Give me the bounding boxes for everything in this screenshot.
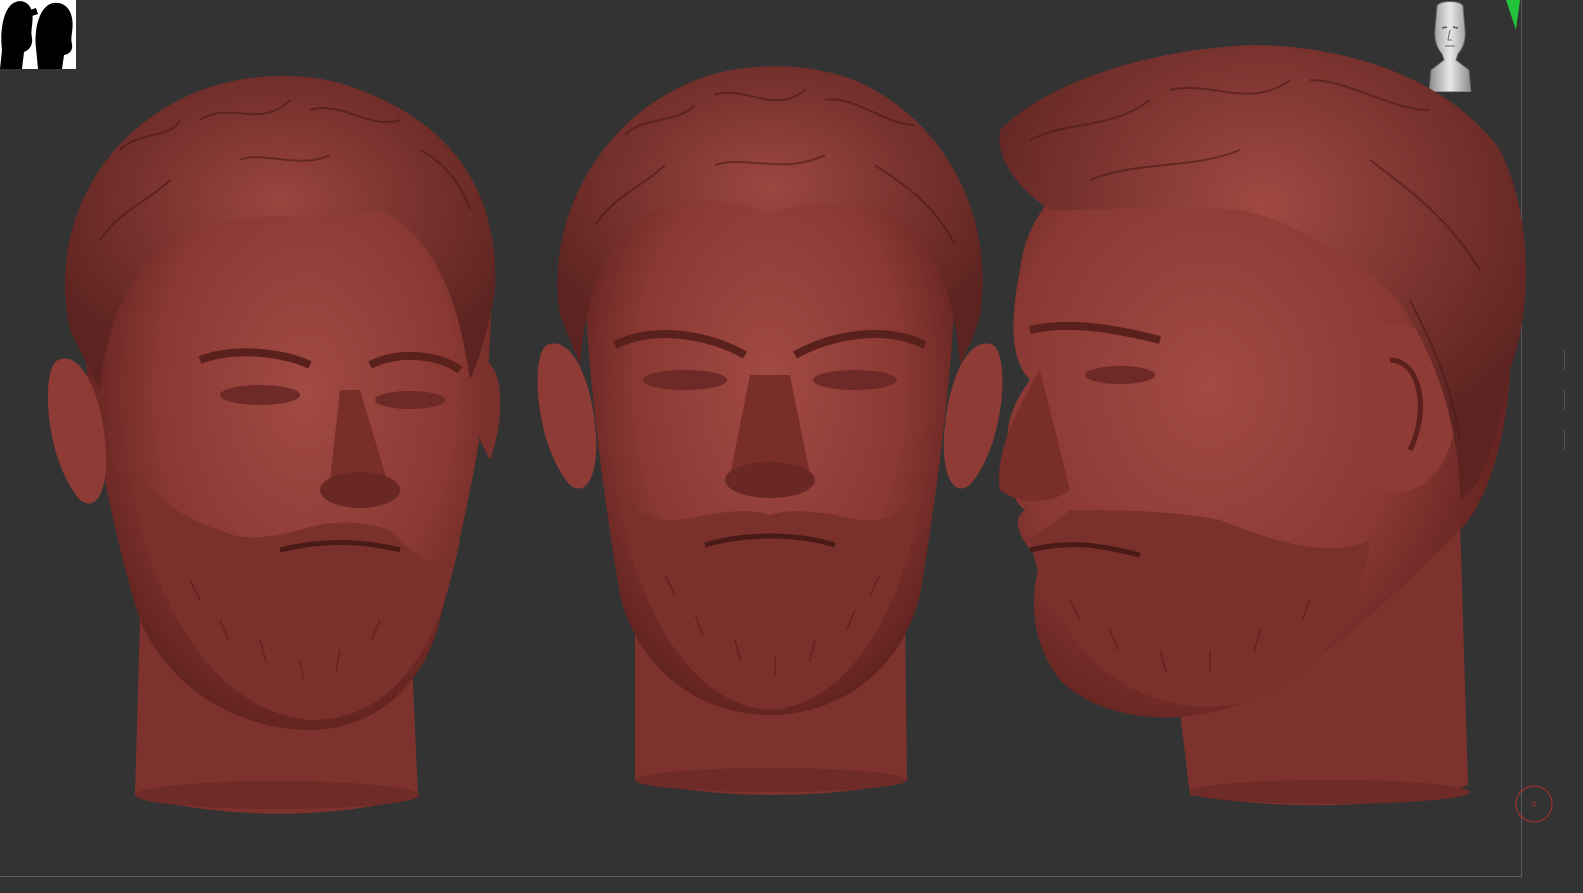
brush-cursor-ring-icon (1515, 785, 1553, 823)
sculpt-head-three-quarter[interactable] (40, 60, 510, 820)
green-triangle-marker-icon (1506, 0, 1520, 30)
silhouette-heads-icon (0, 1, 73, 69)
sculpted-head-icon (537, 66, 1003, 795)
grip-icon (1564, 350, 1565, 450)
sculpted-head-icon (999, 45, 1527, 806)
scroll-handle[interactable] (1562, 350, 1568, 460)
document-canvas[interactable] (0, 0, 1553, 877)
sculpted-head-icon (47, 75, 501, 814)
sculpt-head-profile[interactable] (990, 40, 1535, 810)
viewport[interactable] (0, 0, 1583, 893)
brush-cursor (1514, 784, 1554, 824)
silhouette-thumbnail[interactable] (0, 0, 76, 69)
sculpt-head-front[interactable] (535, 55, 1005, 805)
green-marker[interactable] (1504, 0, 1522, 32)
